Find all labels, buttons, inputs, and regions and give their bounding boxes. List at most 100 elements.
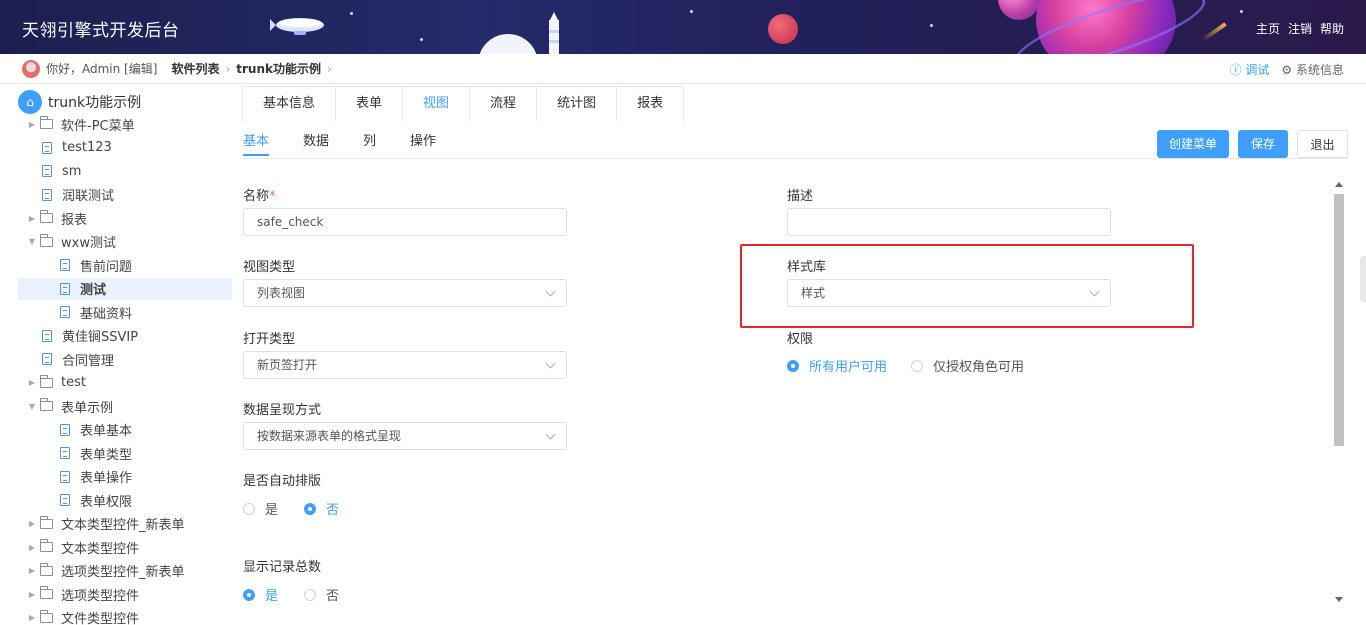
sidebar-item-label: 润联测试	[62, 189, 115, 204]
sidebar-item[interactable]: ▶ 文本类型控件	[26, 536, 139, 558]
view-type-select[interactable]: 列表视图	[243, 279, 567, 307]
sidebar-item[interactable]: 润联测试	[40, 184, 114, 206]
sidebar-item[interactable]: 合同管理	[40, 348, 114, 370]
sidebar-item-label: 软件-PC菜单	[61, 118, 135, 134]
show-total-no-radio[interactable]: 否	[304, 585, 339, 604]
scroll-down-icon[interactable]	[1335, 597, 1343, 602]
app-title: 天翎引擎式开发后台	[22, 21, 180, 41]
folder-icon	[40, 562, 53, 576]
document-icon	[60, 494, 70, 506]
show-total-yes-radio[interactable]: 是	[243, 585, 278, 604]
sidebar-item[interactable]: ▶ 软件-PC菜单	[26, 113, 135, 135]
sidebar-item-label: 文本类型控件_新表单	[61, 518, 185, 533]
exit-button[interactable]: 退出	[1297, 130, 1348, 158]
sidebar-item[interactable]: ▼ 表单示例	[26, 395, 113, 417]
sidebar-item[interactable]: ▶ 选项类型控件_新表单	[26, 560, 185, 582]
planet-pink-illustration	[998, 0, 1040, 20]
sidebar-item[interactable]: 黄佳锏SSVIP	[40, 325, 138, 347]
star-icon	[350, 12, 353, 15]
sidebar-item[interactable]: 表单操作	[58, 466, 132, 488]
caret-right-icon[interactable]: ▶	[26, 590, 38, 599]
tab-view[interactable]: 视图	[403, 87, 471, 121]
breadcrumb-current-app[interactable]: trunk功能示例	[236, 60, 321, 77]
star-icon	[1240, 10, 1243, 13]
caret-right-icon[interactable]: ▶	[26, 214, 38, 223]
sidebar-item-label: 合同管理	[62, 353, 115, 369]
tab-flow[interactable]: 流程	[470, 87, 538, 121]
sidebar-item[interactable]: ▶ 报表	[26, 207, 87, 229]
sidebar-item[interactable]: 表单基本	[58, 419, 132, 441]
caret-down-icon[interactable]: ▼	[26, 237, 38, 246]
help-link[interactable]: 帮助	[1320, 20, 1344, 37]
sidebar-item[interactable]: sm	[40, 160, 81, 182]
sidebar-item[interactable]: 售前问题	[58, 254, 132, 276]
tree-root[interactable]: ⌂ trunk功能示例	[18, 90, 141, 114]
sidebar-item[interactable]: 表单类型	[58, 442, 132, 464]
caret-right-icon[interactable]: ▶	[26, 378, 38, 387]
sidebar-item-label: 表单类型	[80, 447, 133, 463]
system-info-link[interactable]: ⚙ 系统信息	[1281, 61, 1344, 78]
comet-illustration	[1201, 22, 1227, 42]
main-panel: 基本信息 表单 视图 流程 统计图 报表 基本 数据 列 操作 创建菜单 保存 …	[232, 84, 1366, 625]
breadcrumb-software-list[interactable]: 软件列表	[171, 60, 219, 77]
permission-all-users-radio[interactable]: 所有用户可用	[787, 356, 887, 375]
sidebar-item[interactable]: 测试	[18, 277, 232, 300]
caret-right-icon[interactable]: ▶	[26, 519, 38, 528]
subtab-columns[interactable]: 列	[363, 130, 376, 156]
scroll-up-icon[interactable]	[1335, 182, 1343, 187]
sidebar-item[interactable]: ▶ 文本类型控件_新表单	[26, 513, 185, 535]
caret-right-icon[interactable]: ▶	[26, 543, 38, 552]
side-panel-handle[interactable]	[1360, 256, 1366, 302]
scrollbar-thumb[interactable]	[1334, 194, 1344, 446]
description-label: 描述	[787, 189, 814, 204]
folder-icon	[40, 515, 53, 529]
sidebar-item[interactable]: 基础资料	[58, 301, 132, 323]
auto-layout-yes-radio[interactable]: 是	[243, 499, 278, 518]
document-icon	[60, 282, 70, 295]
sidebar-item-label: test123	[62, 140, 112, 155]
home-link[interactable]: 主页	[1256, 20, 1280, 37]
display-mode-label: 数据呈现方式	[243, 403, 322, 418]
sidebar-item[interactable]: test123	[40, 137, 112, 159]
sidebar-item[interactable]: ▶ 选项类型控件	[26, 583, 139, 605]
user-greeting[interactable]: 你好，Admin [编辑]	[46, 60, 157, 77]
folder-open-icon	[40, 398, 53, 411]
subtab-data[interactable]: 数据	[303, 130, 329, 156]
top-header: 天翎引擎式开发后台 主页 注销 帮助	[0, 0, 1366, 54]
auto-layout-no-radio[interactable]: 否	[304, 499, 339, 518]
caret-right-icon[interactable]: ▶	[26, 120, 38, 129]
description-input[interactable]	[787, 208, 1111, 236]
sidebar-item-label: 选项类型控件	[61, 588, 140, 604]
cloud-illustration	[478, 34, 538, 54]
sidebar-item-label: 售前问题	[80, 259, 133, 275]
sidebar-item[interactable]: ▼ wxw测试	[26, 231, 116, 253]
permission-role-only-radio[interactable]: 仅授权角色可用	[911, 356, 1024, 375]
sidebar-item[interactable]: ▶ 文件类型控件	[26, 607, 139, 625]
sidebar-item-label: 基础资料	[80, 306, 133, 322]
name-input[interactable]: safe_check	[243, 208, 567, 236]
tab-basic-info[interactable]: 基本信息	[243, 87, 337, 121]
create-menu-button[interactable]: 创建菜单	[1157, 130, 1229, 158]
open-type-select[interactable]: 新页签打开	[243, 351, 567, 379]
show-total-label: 显示记录总数	[243, 560, 322, 575]
caret-down-icon[interactable]: ▼	[26, 402, 38, 411]
tab-statistics[interactable]: 统计图	[537, 87, 618, 121]
debug-link[interactable]: ⓘ 调试	[1230, 61, 1270, 78]
display-mode-select[interactable]: 按数据来源表单的格式呈现	[243, 422, 567, 450]
subtab-actions[interactable]: 操作	[410, 130, 436, 156]
sidebar-item[interactable]: 表单权限	[58, 489, 132, 511]
planet-small-illustration	[768, 14, 798, 44]
sidebar-item-label: wxw测试	[61, 236, 116, 251]
auto-layout-label: 是否自动排版	[243, 474, 322, 489]
sidebar-item[interactable]: ▶ test	[26, 372, 86, 394]
avatar[interactable]	[22, 59, 40, 78]
tab-report[interactable]: 报表	[617, 87, 684, 121]
caret-right-icon[interactable]: ▶	[26, 613, 38, 622]
tab-form[interactable]: 表单	[336, 87, 404, 121]
sidebar-item-label: 文本类型控件	[61, 541, 140, 557]
scrollbar[interactable]	[1332, 180, 1346, 604]
subtab-basic[interactable]: 基本	[243, 130, 270, 156]
save-button[interactable]: 保存	[1238, 130, 1288, 158]
caret-right-icon[interactable]: ▶	[26, 566, 38, 575]
logout-link[interactable]: 注销	[1288, 20, 1312, 37]
